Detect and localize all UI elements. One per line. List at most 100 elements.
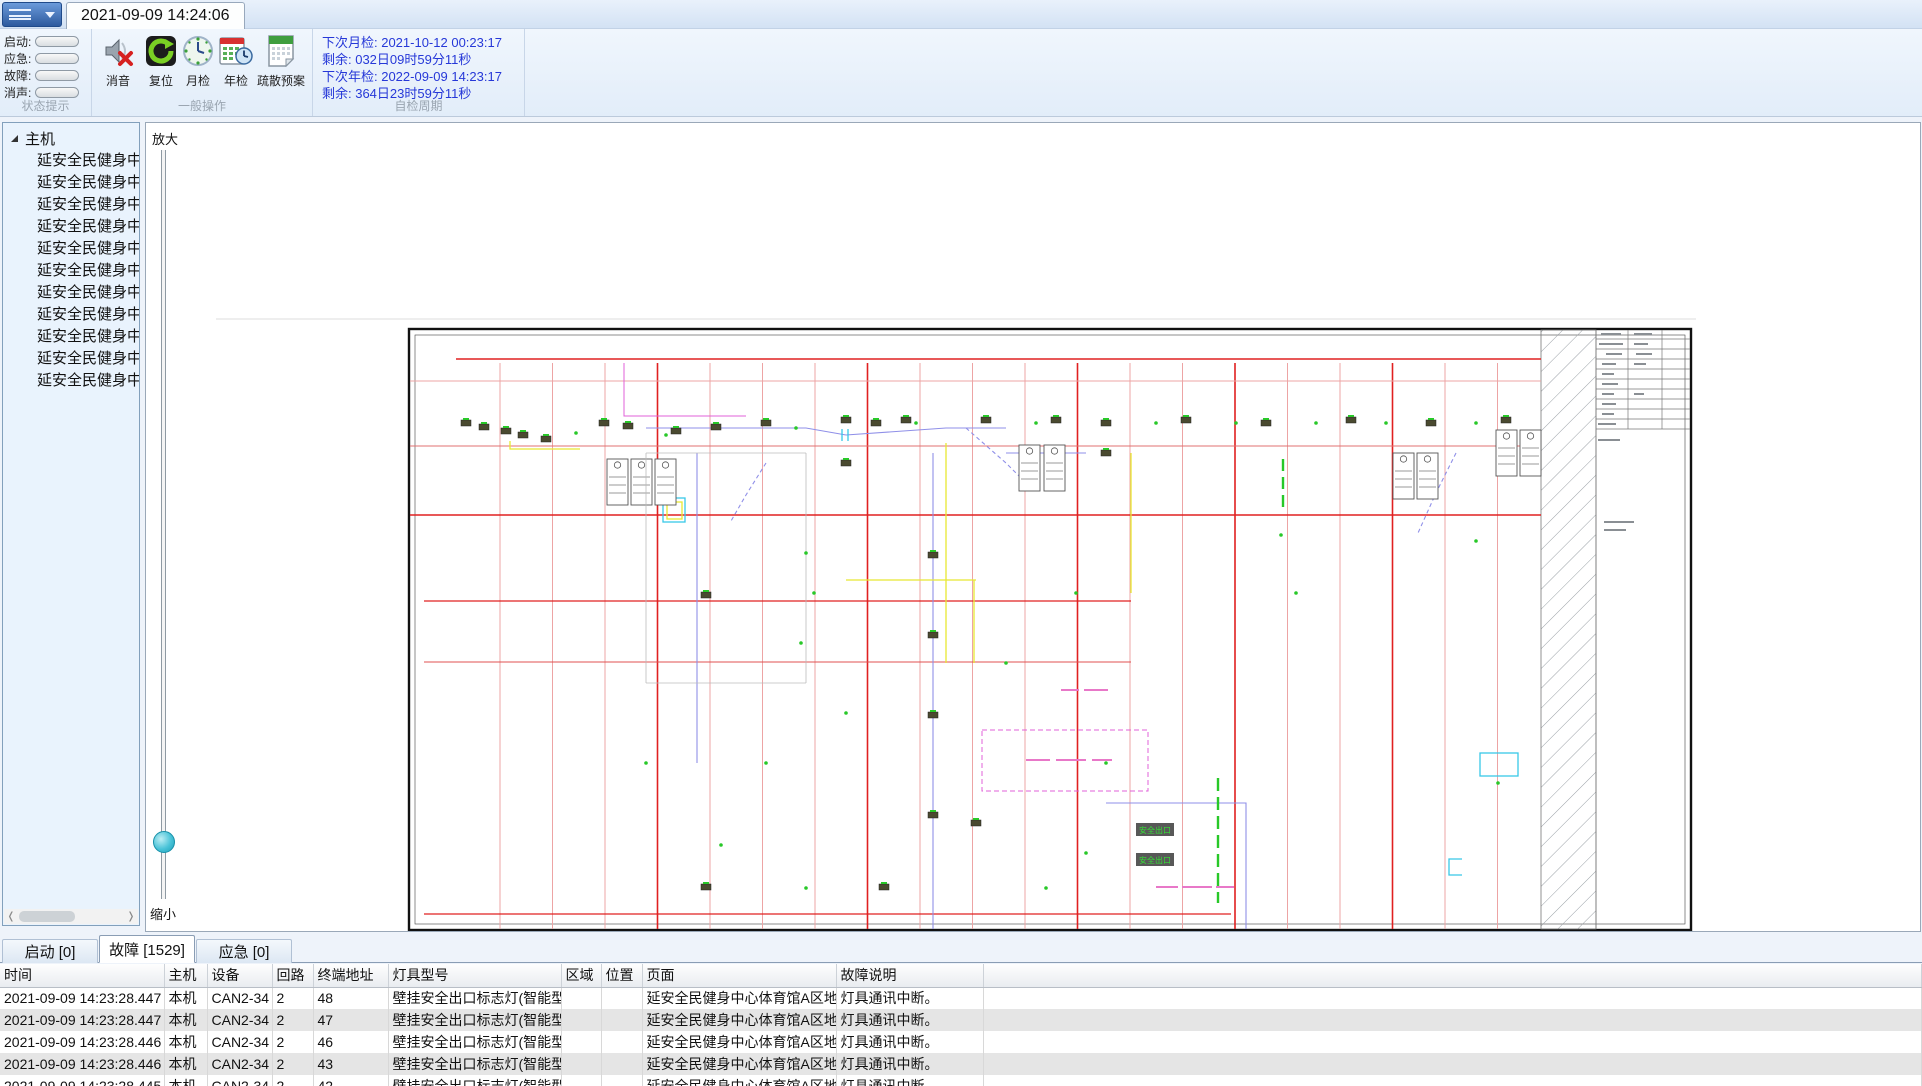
event-log-panel: 启动 [0] 故障 [1529] 应急 [0] 时间主机设备回路终端地址灯具型号…: [0, 934, 1922, 1086]
tree-item-page[interactable]: 延安全民健身中心体育馆A区地下一层: [3, 215, 139, 237]
annual-check-button-label: 年检: [224, 72, 248, 89]
column-header[interactable]: 终端地址: [313, 964, 388, 987]
tree-item-page[interactable]: 延安全民健身中心体育馆A区地下一层: [3, 303, 139, 325]
floorplan-canvas[interactable]: 放大 缩小: [145, 122, 1921, 932]
time-tab[interactable]: 2021-09-09 14:24:06: [66, 2, 245, 29]
evacuation-plan-button-label: 疏散预案: [257, 72, 305, 89]
column-header[interactable]: 故障说明: [836, 964, 983, 987]
column-header[interactable]: 区域: [561, 964, 601, 987]
table-cell: 延安全民健身中心体育馆A区地下一层: [642, 1075, 836, 1086]
table-cell: [601, 1009, 642, 1031]
scroll-right-arrow-icon[interactable]: ❭: [124, 909, 138, 924]
table-cell: 灯具通讯中断。: [836, 987, 983, 1009]
tree-item-page[interactable]: 延安全民健身中心体育馆A区地下一层: [3, 281, 139, 303]
column-header[interactable]: 设备: [207, 964, 272, 987]
table-cell: 本机: [164, 1053, 207, 1075]
table-cell: 2: [272, 1075, 313, 1086]
column-header[interactable]: 灯具型号: [388, 964, 561, 987]
tree-item-page[interactable]: 延安全民健身中心体育馆A区地下一层: [3, 237, 139, 259]
tree-item-page[interactable]: 延安全民健身中心体育馆A区地下一层: [3, 369, 139, 391]
table-cell: [561, 1075, 601, 1086]
column-header[interactable]: 位置: [601, 964, 642, 987]
status-indicator-fault: [35, 70, 79, 81]
app-menu-button[interactable]: [2, 2, 62, 27]
table-cell: 2: [272, 1031, 313, 1053]
table-row[interactable]: 2021-09-09 14:23:28.446本机CAN2-34246壁挂安全出…: [0, 1031, 1922, 1053]
reset-button-label: 复位: [149, 72, 173, 89]
cad-floorplan-drawing: 安全出口 安全出口: [146, 123, 1921, 932]
group-label-selfcheck: 自检周期: [313, 97, 524, 114]
tab-emergency-events[interactable]: 应急 [0]: [196, 939, 292, 963]
exit-sign-text: 安全出口: [1139, 855, 1171, 865]
table-cell: 46: [313, 1031, 388, 1053]
table-cell: 壁挂安全出口标志灯(智能型): [388, 1053, 561, 1075]
table-row[interactable]: 2021-09-09 14:23:28.447本机CAN2-34247壁挂安全出…: [0, 1009, 1922, 1031]
table-cell: CAN2-34: [207, 1009, 272, 1031]
table-cell: 延安全民健身中心体育馆A区地下一层: [642, 987, 836, 1009]
column-header[interactable]: 回路: [272, 964, 313, 987]
tree-expand-icon[interactable]: [11, 135, 18, 142]
tree-item-page[interactable]: 延安全民健身中心体育馆A区地下一层: [3, 325, 139, 347]
column-header[interactable]: 页面: [642, 964, 836, 987]
table-row[interactable]: 2021-09-09 14:23:28.445本机CAN2-34242壁挂安全出…: [0, 1075, 1922, 1086]
reset-button[interactable]: 复位: [141, 32, 181, 94]
table-cell: 48: [313, 987, 388, 1009]
tree-item-page[interactable]: 延安全民健身中心体育馆A区地下一层: [3, 347, 139, 369]
tab-fault-events[interactable]: 故障 [1529]: [99, 935, 195, 963]
zoom-out-label: 缩小: [150, 904, 176, 923]
table-cell: CAN2-34: [207, 1031, 272, 1053]
monthly-check-clock-icon: [181, 32, 215, 70]
table-cell: CAN2-34: [207, 1075, 272, 1086]
table-row[interactable]: 2021-09-09 14:23:28.446本机CAN2-34243壁挂安全出…: [0, 1053, 1922, 1075]
column-header[interactable]: 时间: [0, 964, 164, 987]
tree-item-page[interactable]: 延安全民健身中心体育馆A区地下一层: [3, 171, 139, 193]
annual-check-button[interactable]: 年检: [216, 32, 256, 94]
scrollbar-thumb[interactable]: [19, 911, 75, 922]
tree-root-label: 主机: [25, 128, 55, 149]
zoom-slider-thumb[interactable]: [153, 831, 175, 853]
reset-icon: [144, 32, 178, 70]
table-cell: 本机: [164, 987, 207, 1009]
status-indicator-emergency: [35, 53, 79, 64]
table-cell: 47: [313, 1009, 388, 1031]
zoom-slider-track[interactable]: [161, 150, 166, 899]
tree-item-page[interactable]: 延安全民健身中心体育馆A区地下一层: [3, 149, 139, 171]
table-row[interactable]: 2021-09-09 14:23:28.447本机CAN2-34248壁挂安全出…: [0, 987, 1922, 1009]
table-cell: 2021-09-09 14:23:28.447: [0, 987, 164, 1009]
mute-speaker-icon: [101, 32, 135, 70]
evacuation-plan-button[interactable]: 疏散预案: [255, 32, 307, 94]
table-cell: CAN2-34: [207, 987, 272, 1009]
table-cell: 壁挂安全出口标志灯(智能型): [388, 1009, 561, 1031]
table-cell: [561, 1031, 601, 1053]
monthly-check-button-label: 月检: [186, 72, 210, 89]
mute-button[interactable]: 消音: [98, 32, 138, 94]
zoom-in-label: 放大: [152, 129, 178, 148]
table-cell: [601, 1053, 642, 1075]
scroll-left-arrow-icon[interactable]: ❬: [4, 909, 18, 924]
table-cell: 壁挂安全出口标志灯(智能型): [388, 1075, 561, 1086]
table-cell: [601, 1031, 642, 1053]
status-group: 启动: 应急: 故障: 消声: 状态提示: [0, 29, 92, 116]
tree-item-page[interactable]: 延安全民健身中心体育馆A区地下一层: [3, 259, 139, 281]
status-row-fault: 故障:: [4, 69, 79, 82]
table-cell: [561, 1009, 601, 1031]
table-cell: 壁挂安全出口标志灯(智能型): [388, 1031, 561, 1053]
status-indicator-start: [35, 36, 79, 47]
status-label: 应急:: [4, 50, 31, 67]
status-label: 启动:: [4, 33, 31, 50]
mute-button-label: 消音: [106, 72, 130, 89]
monthly-check-button[interactable]: 月检: [178, 32, 218, 94]
table-cell: 本机: [164, 1075, 207, 1086]
table-cell: 灯具通讯中断。: [836, 1009, 983, 1031]
table-cell: [601, 1075, 642, 1086]
table-header-row[interactable]: 时间主机设备回路终端地址灯具型号区域位置页面故障说明: [0, 964, 1922, 987]
exit-sign-text: 安全出口: [1139, 825, 1171, 835]
tab-start-events[interactable]: 启动 [0]: [2, 939, 98, 963]
table-cell: 壁挂安全出口标志灯(智能型): [388, 987, 561, 1009]
status-row-emergency: 应急:: [4, 52, 79, 65]
table-cell: 延安全民健身中心体育馆A区地下一层: [642, 1031, 836, 1053]
sidebar-horizontal-scrollbar[interactable]: ❬ ❭: [4, 909, 138, 924]
tree-item-page[interactable]: 延安全民健身中心体育馆A区地下一层: [3, 193, 139, 215]
tree-root-host[interactable]: 主机: [3, 127, 139, 149]
column-header[interactable]: 主机: [164, 964, 207, 987]
